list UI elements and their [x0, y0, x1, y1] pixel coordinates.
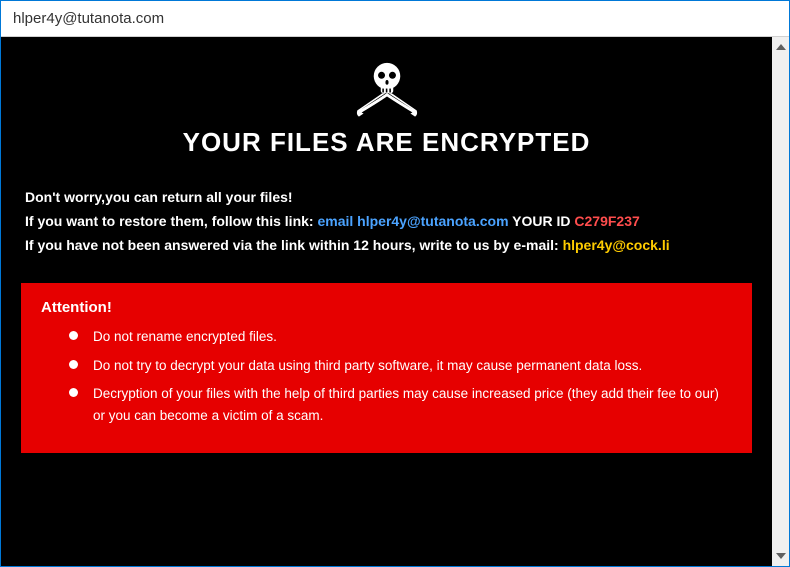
info-line3-prefix: If you have not been answered via the li… [25, 237, 563, 253]
logo-area [21, 55, 752, 119]
info-block: Don't worry,you can return all your file… [21, 186, 752, 257]
alt-email: hlper4y@cock.li [563, 237, 670, 253]
info-line-1: Don't worry,you can return all your file… [25, 186, 748, 210]
info-line2-prefix: If you want to restore them, follow this… [25, 213, 317, 229]
primary-email: hlper4y@tutanota.com [357, 213, 508, 229]
attention-box: Attention! Do not rename encrypted files… [21, 283, 752, 453]
titlebar: hlper4y@tutanota.com [1, 1, 789, 37]
window-title: hlper4y@tutanota.com [13, 10, 164, 27]
email-label: email [317, 213, 357, 229]
scroll-up-arrow-icon[interactable] [775, 41, 787, 53]
window-frame: hlper4y@tutanota.com [0, 0, 790, 567]
attention-title: Attention! [41, 299, 732, 316]
your-id-label: YOUR ID [509, 213, 575, 229]
heading: YOUR FILES ARE ENCRYPTED [21, 127, 752, 158]
your-id-value: C279F237 [574, 213, 639, 229]
bullet-item: Do not rename encrypted files. [69, 326, 732, 348]
scroll-down-arrow-icon[interactable] [775, 550, 787, 562]
attention-bullets: Do not rename encrypted files. Do not tr… [41, 326, 732, 427]
content-wrapper: YOUR FILES ARE ENCRYPTED Don't worry,you… [1, 37, 789, 566]
info-line-3: If you have not been answered via the li… [25, 234, 748, 258]
ransom-note-content: YOUR FILES ARE ENCRYPTED Don't worry,you… [1, 37, 772, 566]
info-line-2: If you want to restore them, follow this… [25, 210, 748, 234]
bullet-item: Decryption of your files with the help o… [69, 383, 732, 428]
pirate-skull-icon [348, 55, 426, 119]
bullet-item: Do not try to decrypt your data using th… [69, 355, 732, 377]
vertical-scrollbar[interactable] [772, 37, 789, 566]
